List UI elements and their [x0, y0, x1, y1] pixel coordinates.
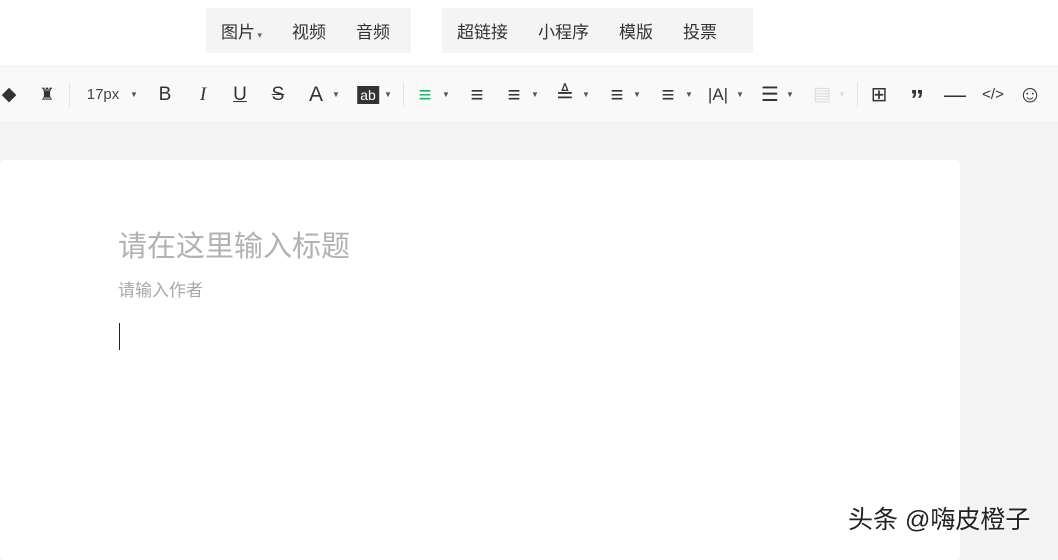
font-color-button[interactable]: A: [309, 67, 323, 122]
letter-spacing-icon[interactable]: |A|: [708, 67, 728, 122]
divider: [857, 82, 858, 107]
chevron-down-icon[interactable]: ▼: [384, 67, 392, 122]
chevron-down-icon[interactable]: ▼: [332, 67, 340, 122]
author-input[interactable]: 请输入作者: [118, 276, 203, 301]
code-icon[interactable]: </>: [982, 67, 1004, 122]
hyperlink-menu[interactable]: 超链接: [442, 18, 523, 43]
top-menu-bar: 图片 视频 音频 超链接 小程序 模版 投票: [0, 0, 1058, 66]
chevron-down-icon: ▼: [838, 90, 846, 99]
insert-group: 超链接 小程序 模版 投票: [442, 8, 753, 53]
align-justify-icon[interactable]: ≡: [419, 67, 432, 122]
chevron-down-icon[interactable]: ▼: [531, 67, 539, 122]
list-icon[interactable]: ☰: [761, 67, 779, 122]
divider: [69, 82, 70, 107]
indent-icon[interactable]: ≡: [471, 67, 484, 122]
video-menu[interactable]: 视频: [277, 18, 341, 43]
audio-menu[interactable]: 音频: [341, 18, 405, 43]
spacing-after-icon[interactable]: ≡: [611, 67, 624, 122]
chevron-down-icon[interactable]: ▼: [582, 67, 590, 122]
bold-button[interactable]: B: [159, 67, 172, 122]
strikethrough-button[interactable]: S: [272, 67, 285, 122]
format-toolbar: ◆ ♜ 17px ▼ B I U S A ▼ ab ▼ ≡ ▼ ≡ ≡ ▼ ≜ …: [0, 66, 1058, 121]
text-cursor[interactable]: [119, 323, 120, 350]
vote-menu[interactable]: 投票: [668, 18, 732, 43]
highlight-label: ab: [357, 85, 379, 104]
spacing-before-icon[interactable]: ≜: [556, 67, 574, 122]
template-menu[interactable]: 模版: [604, 18, 668, 43]
quote-icon[interactable]: ”: [910, 67, 924, 122]
watermark: 头条 @嗨皮橙子: [848, 506, 1031, 534]
italic-button[interactable]: I: [200, 67, 206, 122]
image-menu[interactable]: 图片: [206, 18, 277, 43]
font-size-select[interactable]: 17px: [87, 67, 120, 122]
media-group: 图片 视频 音频: [206, 8, 411, 53]
line-height-icon[interactable]: ≡: [662, 67, 675, 122]
horizontal-rule-icon[interactable]: —: [944, 67, 966, 122]
float-image-icon: ▤: [813, 84, 831, 105]
mini-program-menu[interactable]: 小程序: [523, 18, 604, 43]
table-icon[interactable]: ⊞: [871, 67, 888, 122]
chevron-down-icon[interactable]: ▼: [442, 67, 450, 122]
chevron-down-icon[interactable]: ▼: [633, 67, 641, 122]
eraser-icon[interactable]: ◆: [2, 67, 17, 122]
editor-card: 请在这里输入标题 请输入作者: [0, 160, 960, 560]
chevron-down-icon[interactable]: ▼: [736, 67, 744, 122]
outdent-icon[interactable]: ≡: [508, 67, 521, 122]
format-brush-icon[interactable]: ♜: [39, 67, 54, 122]
underline-button[interactable]: U: [233, 67, 247, 122]
chevron-down-icon[interactable]: ▼: [130, 67, 138, 122]
chevron-down-icon[interactable]: ▼: [786, 67, 794, 122]
title-input[interactable]: 请在这里输入标题: [118, 223, 350, 265]
highlight-button[interactable]: ab: [357, 67, 379, 122]
chevron-down-icon[interactable]: ▼: [685, 67, 693, 122]
emoji-icon[interactable]: ☺: [1018, 67, 1043, 122]
divider: [403, 82, 404, 107]
